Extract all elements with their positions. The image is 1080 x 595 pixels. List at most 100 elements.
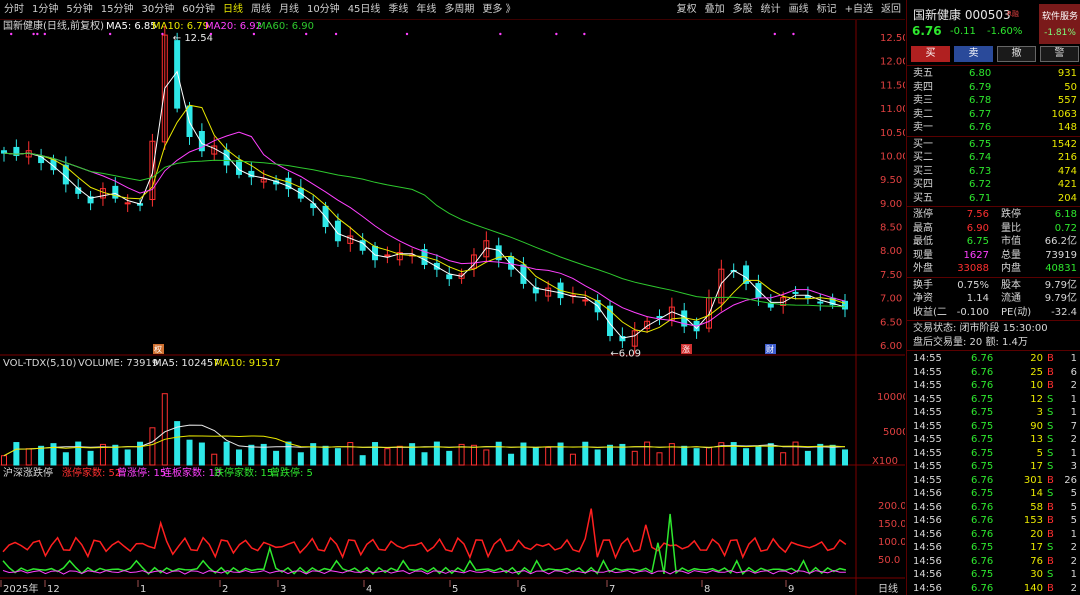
toolbar-action-2[interactable]: 多股 xyxy=(729,0,757,20)
volume-bar xyxy=(384,448,391,466)
stock-terminal-window: 分时 1分钟 5分钟 15分钟 30分钟 60分钟 日线 周线 月线 10分钟 45日线 季线 年线 多周… xyxy=(0,0,1080,595)
volume-bar xyxy=(693,448,700,466)
bid-label: 买二 xyxy=(913,152,933,163)
vol-label: VOL-TDX(5,10) xyxy=(3,358,76,369)
volume-bar xyxy=(297,452,304,466)
volume-bar xyxy=(582,441,589,466)
date-tick: 2 xyxy=(222,584,228,595)
ask-price: 6.79 xyxy=(969,81,992,93)
tick-side: S xyxy=(1047,434,1054,445)
bid-price: 6.73 xyxy=(969,165,992,177)
toolbar-action-1[interactable]: 叠加 xyxy=(701,0,729,20)
toolbar-action-7[interactable]: 返回 xyxy=(877,0,905,20)
ask-row: 卖五 6.80 931 xyxy=(907,67,1080,80)
event-marker-label: 权 xyxy=(154,344,162,354)
stat-value: 6.75 xyxy=(966,236,989,247)
volume-bar xyxy=(829,444,836,466)
bid-label: 买五 xyxy=(913,192,933,204)
quote-panel: 国新健康 000503 R融 软件服务 -1.81% 6.76 -0.11 -1… xyxy=(906,0,1080,595)
cancel-order-button[interactable]: 撤 xyxy=(997,46,1036,62)
tick-time: 14:56 xyxy=(913,582,942,594)
after-hours-info: 盘后交易量: 20 额: 1.4万 xyxy=(913,336,1028,348)
period-tab-0[interactable]: 分时 xyxy=(0,0,28,20)
bid-label: 买一 xyxy=(913,138,933,150)
bid-price: 6.74 xyxy=(969,152,992,163)
candle-body xyxy=(792,291,799,294)
stat-row: 净资 1.14 流通 9.79亿 xyxy=(907,292,1080,305)
tick-side: S xyxy=(1047,569,1054,580)
event-marker-label: 涨 xyxy=(682,344,690,354)
toolbar-action-6[interactable]: +自选 xyxy=(841,0,877,20)
separator xyxy=(907,350,1080,351)
ask-label: 卖五 xyxy=(913,68,933,79)
period-tab-6[interactable]: 日线 xyxy=(219,0,247,20)
stat-value: 73919 xyxy=(1045,249,1077,261)
volume-bar xyxy=(87,450,94,466)
tick-side: B xyxy=(1047,366,1054,378)
price-tick: 12.00 xyxy=(880,57,905,68)
toolbar-action-0[interactable]: 复权 xyxy=(673,0,701,20)
breadth-up: 涨停家数: 52 xyxy=(62,466,121,479)
buy-button[interactable]: 买 xyxy=(911,46,950,62)
toolbar-action-3[interactable]: 统计 xyxy=(757,0,785,20)
period-tab-10[interactable]: 45日线 xyxy=(344,0,385,20)
alert-button[interactable]: 警 xyxy=(1040,46,1079,62)
stat-row: 外盘 33088 内盘 40831 xyxy=(907,262,1080,275)
stat-label: 股本 xyxy=(1001,279,1021,291)
date-tick: 2025年 xyxy=(3,582,38,595)
separator xyxy=(907,206,1080,207)
sector-button[interactable]: 软件服务 -1.81% xyxy=(1039,4,1080,44)
ask-volume: 148 xyxy=(1057,122,1077,133)
kline-chart[interactable]: 国新健康(日线,前复权) MA5: 6.85MA10: 6.79MA20: 6.9… xyxy=(0,19,909,595)
chart-area[interactable]: 国新健康(日线,前复权) MA5: 6.85 MA10: 6.79 MA20: 6.9… xyxy=(0,19,909,595)
period-tab-7[interactable]: 周线 xyxy=(247,0,275,20)
volume-bar xyxy=(334,448,341,466)
stat-label: 最高 xyxy=(913,222,933,234)
period-tab-9[interactable]: 10分钟 xyxy=(303,0,344,20)
ma10-legend: MA10: 6.79 xyxy=(152,21,209,32)
stat-row: 换手 0.75% 股本 9.79亿 xyxy=(907,279,1080,292)
toolbar-action-4[interactable]: 画线 xyxy=(785,0,813,20)
volume-bar xyxy=(248,444,255,466)
volume-bar xyxy=(112,444,119,466)
period-tab-2[interactable]: 5分钟 xyxy=(62,0,96,20)
volume-bar xyxy=(359,455,366,466)
tick-volume: 301 xyxy=(1023,474,1043,486)
sell-button[interactable]: 卖 xyxy=(954,46,993,62)
tick-price: 6.75 xyxy=(971,488,994,499)
period-tab-1[interactable]: 1分钟 xyxy=(28,0,62,20)
ask-label: 卖二 xyxy=(913,108,933,120)
period-tab-5[interactable]: 60分钟 xyxy=(178,0,219,20)
sector-pct: -1.81% xyxy=(1044,28,1076,38)
price-tick: 9.00 xyxy=(880,199,902,210)
breadth-tick: 50.0 xyxy=(878,555,900,566)
stat-label: 量比 xyxy=(1001,222,1021,234)
stat-value: 7.56 xyxy=(966,209,989,220)
stat-value: 1627 xyxy=(963,249,989,261)
period-tab-11[interactable]: 季线 xyxy=(384,0,412,20)
stat-label: 流通 xyxy=(1001,293,1021,304)
period-tab-3[interactable]: 15分钟 xyxy=(97,0,138,20)
period-tab-12[interactable]: 年线 xyxy=(412,0,440,20)
tick-volume: 20 xyxy=(1030,528,1043,540)
tick-count: 5 xyxy=(1070,515,1077,526)
volume-bar xyxy=(495,441,502,466)
tick-count: 2 xyxy=(1070,542,1077,553)
toolbar-action-5[interactable]: 标记 xyxy=(813,0,841,20)
tick-volume: 140 xyxy=(1023,582,1043,594)
event-marker-label: 财 xyxy=(766,344,774,354)
volume-bar xyxy=(520,442,527,466)
period-tab-8[interactable]: 月线 xyxy=(275,0,303,20)
tick-price: 6.75 xyxy=(971,461,994,472)
period-tab-13[interactable]: 多周期 xyxy=(440,0,478,20)
period-tab-14[interactable]: 更多 》 xyxy=(478,0,519,20)
tick-row: 14:55 6.75 13 S 2 xyxy=(907,433,1080,446)
tick-price: 6.76 xyxy=(971,555,994,567)
signal-dot xyxy=(43,32,47,36)
breadth-cont-up: 连板家数: 13 xyxy=(162,466,221,479)
period-label[interactable]: 日线 xyxy=(878,582,898,595)
tick-side: S xyxy=(1047,393,1054,405)
price-tick: 10.50 xyxy=(880,128,905,139)
period-tab-4[interactable]: 30分钟 xyxy=(137,0,178,20)
tick-volume: 25 xyxy=(1030,366,1043,378)
